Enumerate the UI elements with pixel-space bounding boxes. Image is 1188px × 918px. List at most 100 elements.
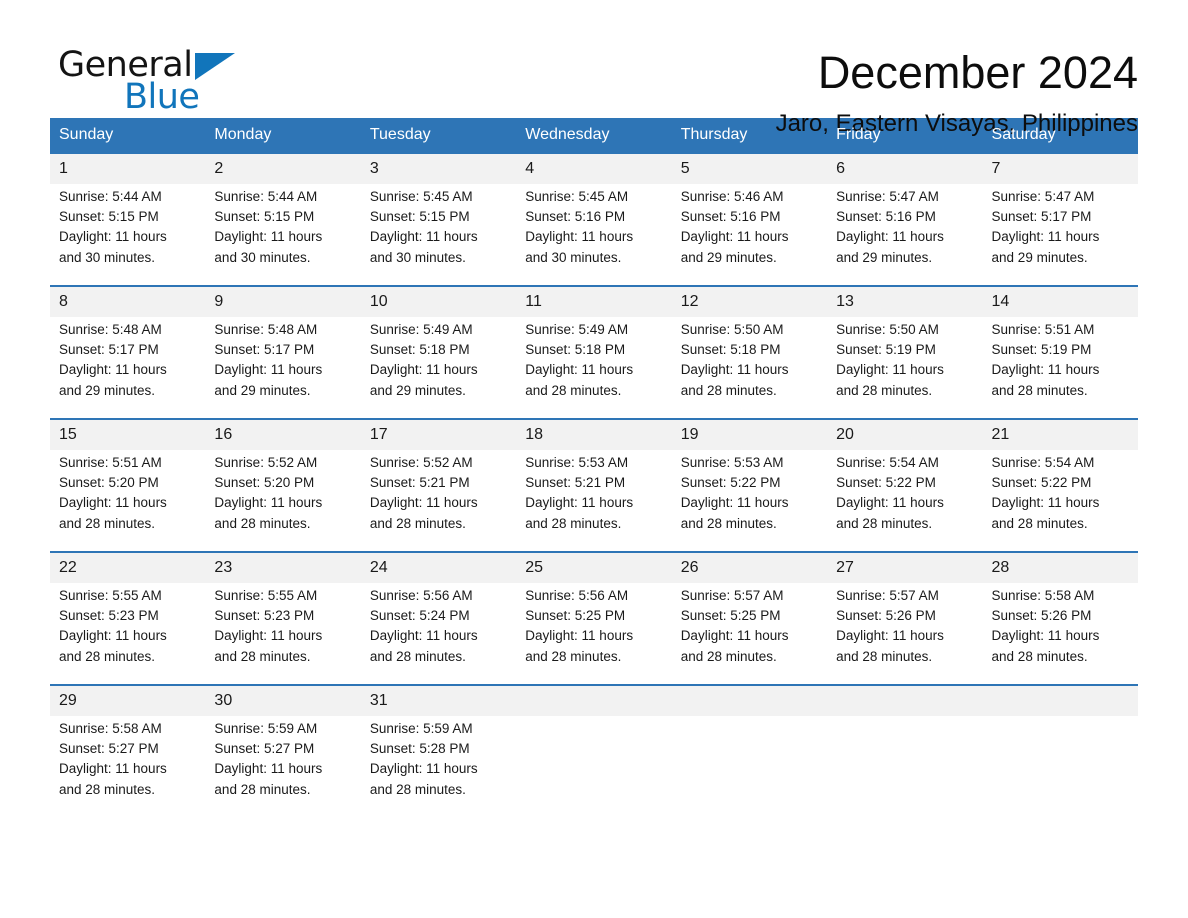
day-cell[interactable]: 16 Sunrise: 5:52 AM Sunset: 5:20 PM Dayl… xyxy=(205,418,361,552)
day-number: 3 xyxy=(360,154,517,184)
sunset-text: Sunset: 5:24 PM xyxy=(369,608,470,624)
day-number: 25 xyxy=(516,553,672,583)
day-cell[interactable]: 24 Sunrise: 5:56 AM Sunset: 5:24 PM Dayl… xyxy=(360,551,517,685)
sunrise-text: Sunrise: 5:50 AM xyxy=(836,322,939,337)
day-cell[interactable]: 14 Sunrise: 5:51 AM Sunset: 5:19 PM Dayl… xyxy=(982,285,1138,419)
weekday-header-monday: Monday xyxy=(205,118,361,153)
day-details: Sunrise: 5:44 AM Sunset: 5:15 PM Dayligh… xyxy=(205,184,360,268)
day-cell[interactable]: 9 Sunrise: 5:48 AM Sunset: 5:17 PM Dayli… xyxy=(205,285,361,419)
day-cell[interactable]: 13 Sunrise: 5:50 AM Sunset: 5:19 PM Dayl… xyxy=(827,285,983,419)
calendar-week-row: 22 Sunrise: 5:55 AM Sunset: 5:23 PM Dayl… xyxy=(50,551,1138,685)
daylight-text-line2: and 28 minutes. xyxy=(214,515,311,531)
daylight-text-line2: and 28 minutes. xyxy=(836,515,933,531)
day-number: 11 xyxy=(516,287,672,317)
daylight-text-line1: Daylight: 11 hours xyxy=(836,362,944,378)
day-details: Sunrise: 5:45 AM Sunset: 5:16 PM Dayligh… xyxy=(516,184,671,268)
day-details: Sunrise: 5:49 AM Sunset: 5:18 PM Dayligh… xyxy=(361,317,516,401)
day-cell[interactable]: 2 Sunrise: 5:44 AM Sunset: 5:15 PM Dayli… xyxy=(205,152,361,286)
day-number: 9 xyxy=(205,287,361,317)
day-cell[interactable]: 4 Sunrise: 5:45 AM Sunset: 5:16 PM Dayli… xyxy=(516,152,672,286)
day-details: Sunrise: 5:58 AM Sunset: 5:27 PM Dayligh… xyxy=(50,716,205,800)
day-details: Sunrise: 5:52 AM Sunset: 5:20 PM Dayligh… xyxy=(205,450,360,534)
day-cell[interactable]: 28 Sunrise: 5:58 AM Sunset: 5:26 PM Dayl… xyxy=(982,551,1138,685)
day-cell[interactable]: 3 Sunrise: 5:45 AM Sunset: 5:15 PM Dayli… xyxy=(360,152,517,286)
day-cell-empty xyxy=(671,684,828,818)
day-cell[interactable]: 31 Sunrise: 5:59 AM Sunset: 5:28 PM Dayl… xyxy=(360,684,517,818)
daylight-text-line1: Daylight: 11 hours xyxy=(214,495,323,511)
daylight-text-line2: and 29 minutes. xyxy=(59,382,156,398)
daylight-text-line1: Daylight: 11 hours xyxy=(59,229,167,245)
sunrise-text: Sunrise: 5:55 AM xyxy=(214,588,318,603)
day-cell[interactable]: 5 Sunrise: 5:46 AM Sunset: 5:16 PM Dayli… xyxy=(671,152,828,286)
sunset-text: Sunset: 5:18 PM xyxy=(369,342,470,358)
day-number: 1 xyxy=(50,154,206,184)
day-details: Sunrise: 5:52 AM Sunset: 5:21 PM Dayligh… xyxy=(361,450,516,534)
day-cell[interactable]: 25 Sunrise: 5:56 AM Sunset: 5:25 PM Dayl… xyxy=(516,551,672,685)
sunrise-sunset-calendar: Sunday Monday Tuesday Wednesday Thursday… xyxy=(50,118,1138,818)
day-cell[interactable]: 8 Sunrise: 5:48 AM Sunset: 5:17 PM Dayli… xyxy=(50,285,206,419)
day-details: Sunrise: 5:45 AM Sunset: 5:15 PM Dayligh… xyxy=(361,184,516,268)
daylight-text-line1: Daylight: 11 hours xyxy=(680,229,789,245)
daylight-text-line2: and 28 minutes. xyxy=(369,515,466,531)
sunset-text: Sunset: 5:15 PM xyxy=(59,209,159,225)
sunset-text: Sunset: 5:28 PM xyxy=(369,741,470,757)
day-cell[interactable]: 29 Sunrise: 5:58 AM Sunset: 5:27 PM Dayl… xyxy=(50,684,206,818)
day-cell[interactable]: 10 Sunrise: 5:49 AM Sunset: 5:18 PM Dayl… xyxy=(360,285,517,419)
day-cell[interactable]: 20 Sunrise: 5:54 AM Sunset: 5:22 PM Dayl… xyxy=(827,418,983,552)
day-number xyxy=(671,686,828,716)
sunrise-text: Sunrise: 5:51 AM xyxy=(991,322,1095,337)
day-details: Sunrise: 5:49 AM Sunset: 5:18 PM Dayligh… xyxy=(516,317,671,401)
day-cell[interactable]: 1 Sunrise: 5:44 AM Sunset: 5:15 PM Dayli… xyxy=(50,152,206,286)
day-cell[interactable]: 30 Sunrise: 5:59 AM Sunset: 5:27 PM Dayl… xyxy=(205,684,361,818)
day-details: Sunrise: 5:47 AM Sunset: 5:16 PM Dayligh… xyxy=(827,184,982,268)
calendar-week-row: 15 Sunrise: 5:51 AM Sunset: 5:20 PM Dayl… xyxy=(50,418,1138,552)
day-number xyxy=(516,686,672,716)
daylight-text-line2: and 29 minutes. xyxy=(991,249,1088,265)
daylight-text-line2: and 28 minutes. xyxy=(991,515,1088,531)
day-number: 16 xyxy=(205,420,361,450)
day-cell[interactable]: 18 Sunrise: 5:53 AM Sunset: 5:21 PM Dayl… xyxy=(516,418,672,552)
sunrise-text: Sunrise: 5:59 AM xyxy=(369,721,473,736)
day-details: Sunrise: 5:57 AM Sunset: 5:25 PM Dayligh… xyxy=(672,583,827,667)
sunrise-text: Sunrise: 5:50 AM xyxy=(680,322,784,337)
day-cell[interactable]: 12 Sunrise: 5:50 AM Sunset: 5:18 PM Dayl… xyxy=(671,285,828,419)
day-cell[interactable]: 6 Sunrise: 5:47 AM Sunset: 5:16 PM Dayli… xyxy=(827,152,983,286)
sunset-text: Sunset: 5:15 PM xyxy=(369,209,470,225)
sunrise-text: Sunrise: 5:47 AM xyxy=(991,189,1095,204)
daylight-text-line1: Daylight: 11 hours xyxy=(369,495,478,511)
daylight-text-line2: and 28 minutes. xyxy=(836,648,933,664)
day-cell[interactable]: 19 Sunrise: 5:53 AM Sunset: 5:22 PM Dayl… xyxy=(671,418,828,552)
calendar-week-row: 29 Sunrise: 5:58 AM Sunset: 5:27 PM Dayl… xyxy=(50,684,1138,818)
day-cell[interactable]: 11 Sunrise: 5:49 AM Sunset: 5:18 PM Dayl… xyxy=(516,285,672,419)
sunrise-text: Sunrise: 5:53 AM xyxy=(680,455,784,470)
day-details: Sunrise: 5:51 AM Sunset: 5:19 PM Dayligh… xyxy=(983,317,1138,401)
day-cell[interactable]: 17 Sunrise: 5:52 AM Sunset: 5:21 PM Dayl… xyxy=(360,418,517,552)
day-cell[interactable]: 7 Sunrise: 5:47 AM Sunset: 5:17 PM Dayli… xyxy=(982,152,1138,286)
sunrise-text: Sunrise: 5:48 AM xyxy=(59,322,162,337)
day-details: Sunrise: 5:54 AM Sunset: 5:22 PM Dayligh… xyxy=(983,450,1138,534)
day-cell[interactable]: 27 Sunrise: 5:57 AM Sunset: 5:26 PM Dayl… xyxy=(827,551,983,685)
day-details: Sunrise: 5:51 AM Sunset: 5:20 PM Dayligh… xyxy=(50,450,205,534)
sunrise-text: Sunrise: 5:56 AM xyxy=(525,588,629,603)
day-number: 18 xyxy=(516,420,672,450)
day-number: 7 xyxy=(982,154,1138,184)
day-cell[interactable]: 22 Sunrise: 5:55 AM Sunset: 5:23 PM Dayl… xyxy=(50,551,206,685)
sunset-text: Sunset: 5:19 PM xyxy=(991,342,1092,358)
title-block: December 2024 Jaro, Eastern Visayas, Phi… xyxy=(776,45,1138,139)
logo-triangle-icon xyxy=(195,53,235,80)
sunset-text: Sunset: 5:22 PM xyxy=(680,475,781,491)
general-blue-logo: General Blue xyxy=(50,45,250,117)
calendar-page: General Blue December 2024 Jaro, Eastern… xyxy=(0,0,1188,918)
day-cell[interactable]: 15 Sunrise: 5:51 AM Sunset: 5:20 PM Dayl… xyxy=(50,418,206,552)
sunset-text: Sunset: 5:26 PM xyxy=(836,608,936,624)
sunset-text: Sunset: 5:18 PM xyxy=(680,342,781,358)
calendar-body: 1 Sunrise: 5:44 AM Sunset: 5:15 PM Dayli… xyxy=(50,152,1138,818)
sunset-text: Sunset: 5:25 PM xyxy=(525,608,626,624)
sunset-text: Sunset: 5:20 PM xyxy=(59,475,159,491)
daylight-text-line2: and 28 minutes. xyxy=(525,382,622,398)
logo-text-blue: Blue xyxy=(124,77,200,117)
day-number: 24 xyxy=(360,553,517,583)
day-cell[interactable]: 23 Sunrise: 5:55 AM Sunset: 5:23 PM Dayl… xyxy=(205,551,361,685)
day-cell[interactable]: 21 Sunrise: 5:54 AM Sunset: 5:22 PM Dayl… xyxy=(982,418,1138,552)
day-cell[interactable]: 26 Sunrise: 5:57 AM Sunset: 5:25 PM Dayl… xyxy=(671,551,828,685)
